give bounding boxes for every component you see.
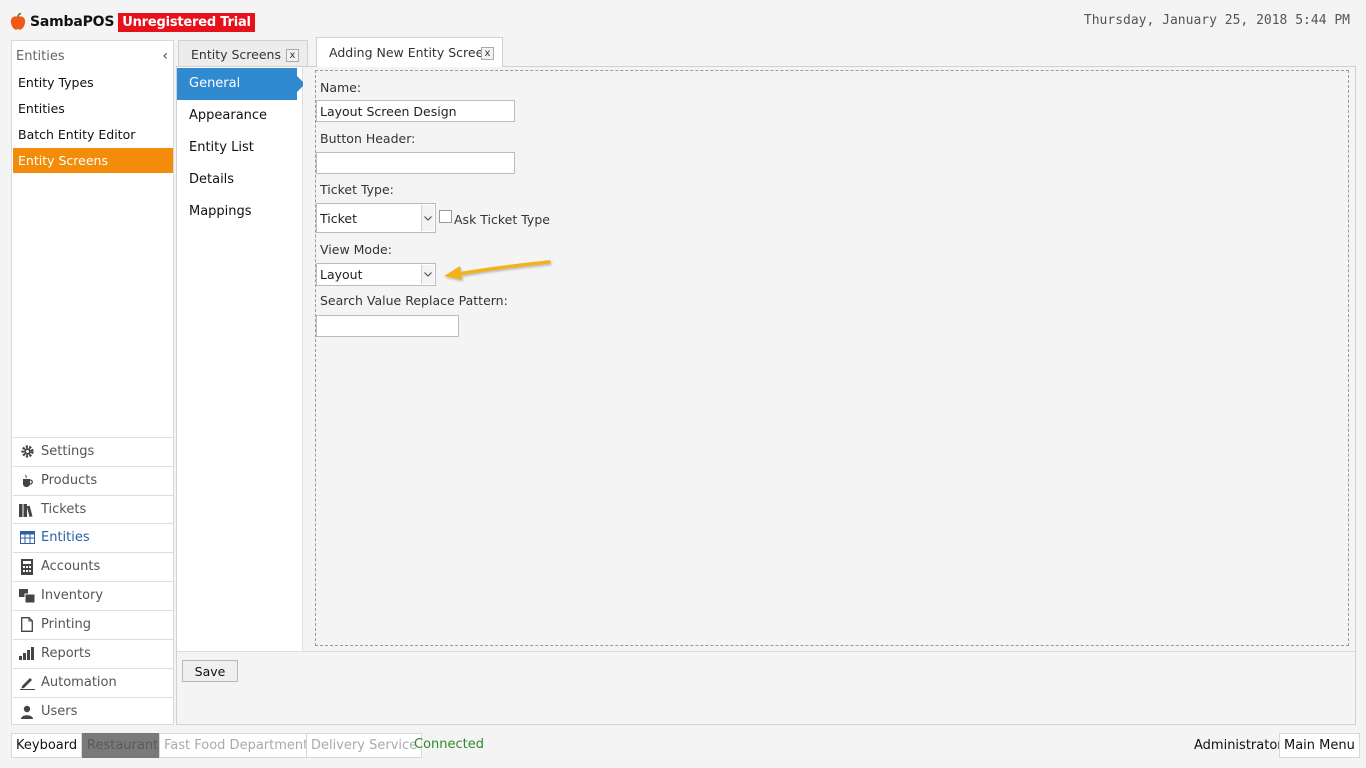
- tab-adding-new-entity-screen[interactable]: Adding New Entity Screen x: [316, 37, 503, 67]
- sidebar-title: Entities: [16, 48, 65, 64]
- close-icon[interactable]: x: [481, 47, 494, 60]
- nav-entities[interactable]: Entities: [13, 523, 173, 551]
- pencil-icon: [19, 675, 35, 691]
- chevron-down-icon[interactable]: [421, 265, 434, 284]
- nav-users[interactable]: Users: [13, 697, 173, 725]
- search-pattern-input[interactable]: [316, 315, 459, 337]
- trial-badge: Unregistered Trial: [118, 12, 255, 32]
- sidebar-item-entities[interactable]: Entities: [13, 96, 173, 121]
- nav-label: Entities: [41, 530, 90, 545]
- sidebar-header: Entities ‹: [16, 46, 168, 66]
- datetime-display: Thursday, January 25, 2018 5:44 PM: [1083, 13, 1350, 28]
- tab-label: Entity Screens: [191, 47, 281, 62]
- save-bar: [177, 651, 1355, 724]
- nav-label: Accounts: [41, 559, 101, 574]
- apple-logo-icon: [10, 13, 26, 30]
- coffee-icon: [19, 473, 35, 489]
- name-input[interactable]: [316, 100, 515, 122]
- fast-food-department-button[interactable]: Fast Food Department: [159, 733, 314, 758]
- sidebar-item-entity-screens[interactable]: Entity Screens: [13, 148, 173, 173]
- nav-label: Products: [41, 473, 98, 488]
- button-header-label: Button Header:: [320, 131, 416, 146]
- connection-status: Connected: [414, 737, 485, 752]
- delivery-service-button[interactable]: Delivery Service: [306, 733, 423, 758]
- brand-name: SambaPOS: [30, 14, 115, 30]
- ask-ticket-type-checkbox[interactable]: [439, 210, 452, 223]
- section-entity-list[interactable]: Entity List: [177, 132, 303, 164]
- bar-chart-icon: [19, 646, 35, 662]
- app-logo: SambaPOS Unregistered Trial: [10, 11, 255, 33]
- ask-ticket-type-label: Ask Ticket Type: [454, 212, 550, 227]
- section-mappings[interactable]: Mappings: [177, 196, 303, 228]
- nav-label: Inventory: [41, 588, 104, 603]
- keyboard-button[interactable]: Keyboard: [11, 733, 83, 758]
- settings-section-nav: General Settings Appearance Entity List …: [177, 67, 305, 651]
- main-menu-button[interactable]: Main Menu: [1279, 733, 1360, 758]
- nav-inventory[interactable]: Inventory: [13, 581, 173, 609]
- nav-reports[interactable]: Reports: [13, 639, 173, 667]
- search-pattern-label: Search Value Replace Pattern:: [320, 293, 508, 308]
- chevron-down-icon[interactable]: [421, 205, 434, 231]
- nav-label: Settings: [41, 444, 95, 459]
- nav-products[interactable]: Products: [13, 466, 173, 494]
- view-mode-select[interactable]: Layout: [316, 263, 436, 286]
- view-mode-label: View Mode:: [320, 242, 392, 257]
- section-appearance[interactable]: Appearance: [177, 100, 303, 132]
- ticket-type-select[interactable]: Ticket: [316, 203, 436, 233]
- table-icon: [19, 530, 35, 546]
- nav-printing[interactable]: Printing: [13, 610, 173, 638]
- nav-tickets[interactable]: Tickets: [13, 495, 173, 523]
- ticket-type-value: Ticket: [320, 210, 357, 226]
- sidebar-item-entity-types[interactable]: Entity Types: [13, 70, 173, 95]
- button-header-input[interactable]: [316, 152, 515, 174]
- nav-label: Reports: [41, 646, 91, 661]
- nav-settings[interactable]: Settings: [13, 437, 173, 465]
- name-label: Name:: [320, 80, 362, 95]
- nav-label: Tickets: [41, 502, 87, 517]
- sidebar-item-batch-entity-editor[interactable]: Batch Entity Editor: [13, 122, 173, 147]
- books-icon: [19, 502, 35, 518]
- calculator-icon: [19, 558, 35, 575]
- save-button[interactable]: Save: [182, 660, 238, 682]
- nav-automation[interactable]: Automation: [13, 668, 173, 696]
- ticket-type-label: Ticket Type:: [320, 182, 394, 197]
- close-icon[interactable]: x: [286, 49, 299, 62]
- section-details[interactable]: Details: [177, 164, 303, 196]
- current-user: Administrator: [1194, 738, 1283, 753]
- nav-label: Users: [41, 704, 78, 719]
- user-icon: [19, 704, 35, 720]
- left-sidebar: Entities ‹ Entity Types Entities Batch E…: [11, 40, 174, 725]
- document-icon: [19, 617, 35, 633]
- annotation-arrow-icon: [444, 260, 551, 280]
- view-mode-value: Layout: [320, 267, 363, 282]
- nav-label: Printing: [41, 617, 92, 632]
- collapse-chevron-icon[interactable]: ‹: [162, 48, 168, 64]
- restaurant-button[interactable]: Restaurant: [82, 733, 164, 758]
- gear-icon: [19, 444, 35, 460]
- inventory-icon: [19, 588, 35, 604]
- tab-label: Adding New Entity Screen: [329, 45, 492, 60]
- section-general-settings[interactable]: General Settings: [177, 68, 305, 123]
- nav-accounts[interactable]: Accounts: [13, 552, 173, 580]
- tab-entity-screens[interactable]: Entity Screens x: [178, 40, 308, 68]
- nav-label: Automation: [41, 675, 117, 690]
